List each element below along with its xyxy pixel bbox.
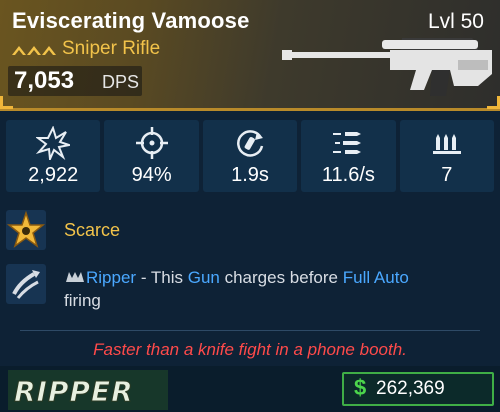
stat-value: 1.9s <box>231 164 269 186</box>
ability-name: Ripper <box>86 268 137 287</box>
magazine-icon <box>432 134 461 154</box>
stat-magazine: 7 <box>399 120 495 192</box>
fire-rate-icon <box>333 132 362 154</box>
ripper-manufacturer-logo: RIPPER <box>8 370 168 410</box>
ripper-bullets-icon <box>12 270 40 299</box>
stat-damage: 2,922 <box>6 120 101 192</box>
card-header: Eviscerating Vamoose Lvl 50 Sniper Rifle… <box>0 0 500 111</box>
stats-row: 2,922 94% 1.9s 11.6/s 7 <box>6 120 495 192</box>
ability-badge <box>6 264 46 304</box>
item-card: Eviscerating Vamoose Lvl 50 Sniper Rifle… <box>0 0 500 412</box>
rarity-chevrons-icon <box>12 46 56 55</box>
damage-icon <box>36 126 71 160</box>
stat-accuracy: 94% <box>104 120 199 192</box>
reload-icon <box>237 130 264 157</box>
weapon-name: Eviscerating Vamoose <box>12 8 250 33</box>
ability-keyword-gun: Gun <box>187 268 220 287</box>
ability-text-end: firing <box>64 291 101 310</box>
dps-value: 7,053 <box>14 67 75 94</box>
ability-text-mid: charges before <box>219 268 343 287</box>
stat-value: 7 <box>441 164 453 186</box>
accuracy-crosshair-icon <box>135 127 168 159</box>
stat-value: 2,922 <box>28 164 79 186</box>
ability-keyword-full-auto: Full Auto <box>342 268 409 287</box>
rarity-badge <box>6 210 46 250</box>
scarce-star-icon <box>6 210 46 248</box>
rarity-label: Scarce <box>64 220 121 240</box>
stat-fire-rate: 11.6/s <box>301 120 396 192</box>
corner-marker-right <box>487 96 500 109</box>
corner-marker-left <box>0 96 13 109</box>
weapon-type: Sniper Rifle <box>62 38 161 59</box>
sniper-rifle-icon <box>282 38 492 96</box>
stat-reload: 1.9s <box>202 120 298 192</box>
dps-box: 7,053 DPS <box>8 66 142 96</box>
dps-label: DPS <box>102 72 140 92</box>
svg-text:RIPPER: RIPPER <box>14 375 134 408</box>
ability-description: Ripper - This Gun charges before Full Au… <box>64 266 484 312</box>
ability-text-sep: - This <box>136 268 188 287</box>
stat-value: 94% <box>131 164 172 186</box>
price-box: $ 262,369 <box>342 372 494 406</box>
flavor-text: Faster than a knife fight in a phone boo… <box>93 340 407 359</box>
stat-value: 11.6/s <box>321 164 375 186</box>
divider <box>20 330 480 331</box>
currency-icon: $ <box>354 375 367 400</box>
price-value: 262,369 <box>376 378 445 399</box>
ripper-logo-icon <box>66 272 84 282</box>
